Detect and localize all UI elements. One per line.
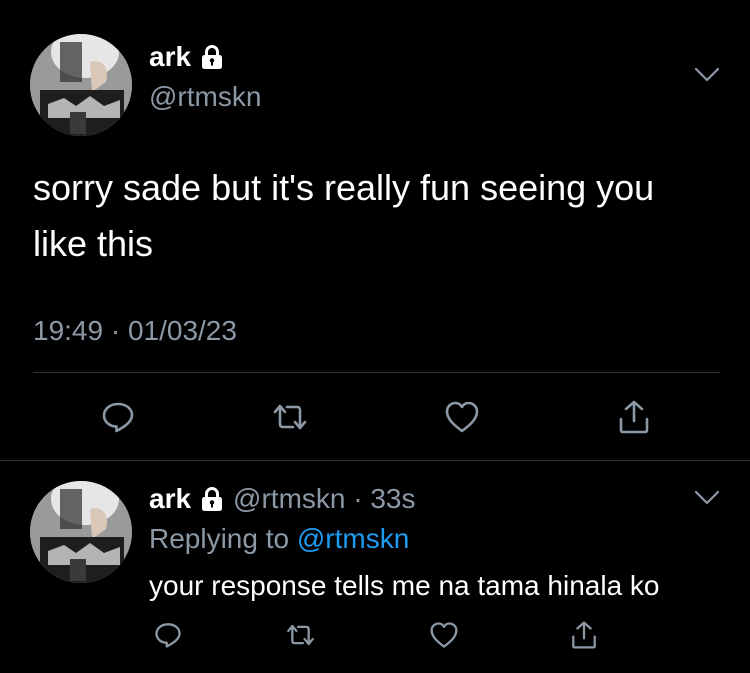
tweet-text: your response tells me na tama hinala ko [149,570,660,601]
reply-icon [102,402,134,433]
display-name-text[interactable]: ark [149,40,191,74]
replying-to-label: Replying to [149,523,290,554]
like-button[interactable] [440,395,484,439]
reply-button[interactable] [148,615,188,655]
like-icon [430,622,458,648]
chevron-down-icon[interactable] [694,490,720,506]
replying-to: Replying to @rtmskn [149,522,409,556]
reply-icon [155,623,181,648]
reply-header: ark @rtmskn · 33s [149,482,416,516]
divider [0,460,750,461]
handle[interactable]: @rtmskn [149,80,261,114]
tweet-text: sorry sade but it's really fun seeing yo… [33,167,655,264]
like-button[interactable] [424,615,464,655]
lock-icon [202,487,223,511]
lock-icon [202,45,223,69]
like-icon [445,401,479,433]
mention-link[interactable]: @rtmskn [297,523,409,554]
handle-and-time[interactable]: @rtmskn · 33s [233,482,415,516]
share-button[interactable] [612,395,656,439]
avatar[interactable] [30,34,132,136]
chevron-down-icon[interactable] [694,67,720,83]
retweet-button[interactable] [280,615,320,655]
retweet-icon [273,404,307,430]
action-bar [0,615,750,655]
display-name[interactable]: ark [149,40,225,74]
share-button[interactable] [564,615,604,655]
reply-button[interactable] [96,395,140,439]
divider [33,372,720,373]
action-bar [0,395,750,441]
retweet-button[interactable] [268,395,312,439]
avatar[interactable] [30,481,132,583]
retweet-icon [286,624,314,646]
timestamp[interactable]: 19:49 · 01/03/23 [33,314,237,348]
share-icon [619,400,649,434]
display-name-text[interactable]: ark [149,482,191,516]
share-icon [572,621,596,649]
